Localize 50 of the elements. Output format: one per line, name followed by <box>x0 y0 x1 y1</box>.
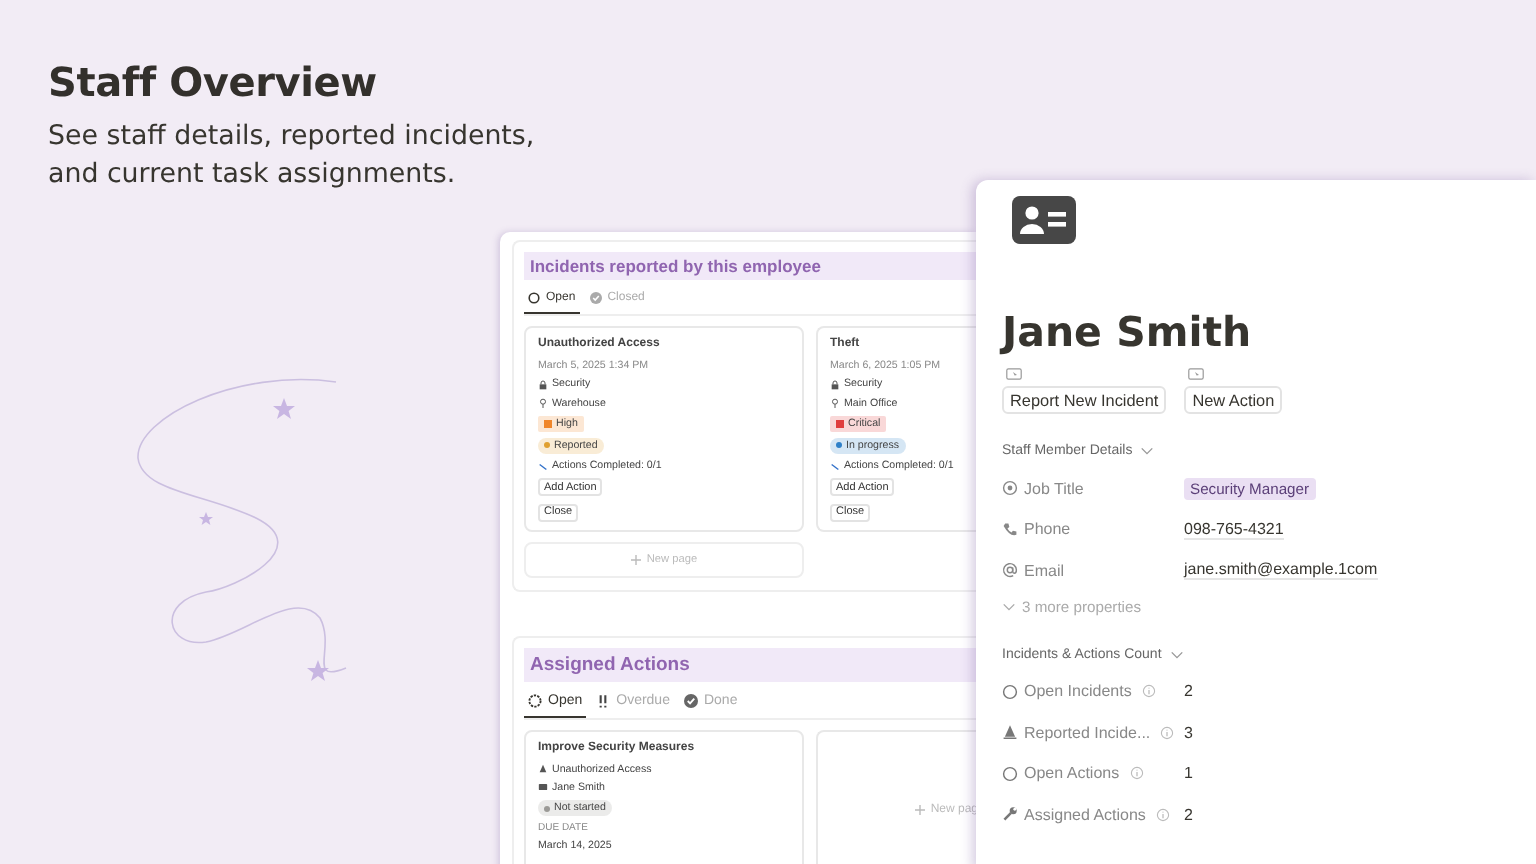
cursor-icon <box>1188 368 1205 380</box>
property-label: Open Incidents <box>1024 682 1132 701</box>
double-exclamation-icon <box>596 693 611 707</box>
info-icon <box>1155 807 1170 822</box>
property-value: jane.smith@example.1com <box>1184 560 1378 581</box>
target-icon <box>1002 480 1018 497</box>
contact-card-icon <box>1012 196 1076 244</box>
chevron-down-icon <box>1169 649 1184 659</box>
lock-icon <box>538 379 548 390</box>
info-icon <box>1129 766 1144 781</box>
circle-icon <box>1002 683 1018 700</box>
pin-icon <box>538 398 548 409</box>
count-value: 2 <box>1184 682 1193 701</box>
page-subtitle: See staff details, reported incidents, and current task assignments. <box>48 120 537 194</box>
circle-icon <box>528 292 540 304</box>
property-label: Reported Incide... <box>1024 723 1151 742</box>
circle-icon <box>1002 765 1018 782</box>
section-title: Assigned Actions <box>524 647 976 681</box>
phone-icon <box>1002 521 1018 538</box>
check-circle-icon <box>683 693 698 707</box>
pin-icon <box>830 398 840 409</box>
cone-icon <box>1002 724 1018 741</box>
property-value: 098-765-4321 <box>1184 519 1284 540</box>
wrench-icon <box>1002 806 1018 823</box>
plus-icon <box>914 803 927 815</box>
action-button[interactable]: New Action <box>1184 386 1283 414</box>
section-title: Incidents reported by this employee <box>524 252 976 280</box>
check-circle-icon <box>589 292 602 304</box>
property-label: Assigned Actions <box>1024 805 1146 824</box>
count-value: 3 <box>1184 723 1193 742</box>
staff-name: Jane Smith <box>1002 306 1254 358</box>
count-value: 1 <box>1184 764 1193 783</box>
cursor-icon <box>1006 368 1022 380</box>
property-label: Phone <box>1024 520 1071 539</box>
lock-icon <box>830 379 840 390</box>
plus-icon <box>630 553 643 565</box>
at-icon <box>1002 562 1018 579</box>
page-title: Staff Overview <box>48 58 379 106</box>
chevron-down-icon <box>1140 446 1155 456</box>
card-icon <box>538 782 548 793</box>
info-icon <box>1160 725 1175 740</box>
property-label: Job Title <box>1024 479 1084 498</box>
chevron-down-icon <box>1002 601 1016 611</box>
action-button[interactable]: Report New Incident <box>1002 386 1167 414</box>
cone-icon <box>538 764 548 775</box>
property-label: Email <box>1024 561 1065 580</box>
property-label: Open Actions <box>1024 764 1120 783</box>
dashed-circle-icon <box>528 693 542 707</box>
count-value: 2 <box>1184 805 1193 824</box>
info-icon <box>1141 684 1156 699</box>
